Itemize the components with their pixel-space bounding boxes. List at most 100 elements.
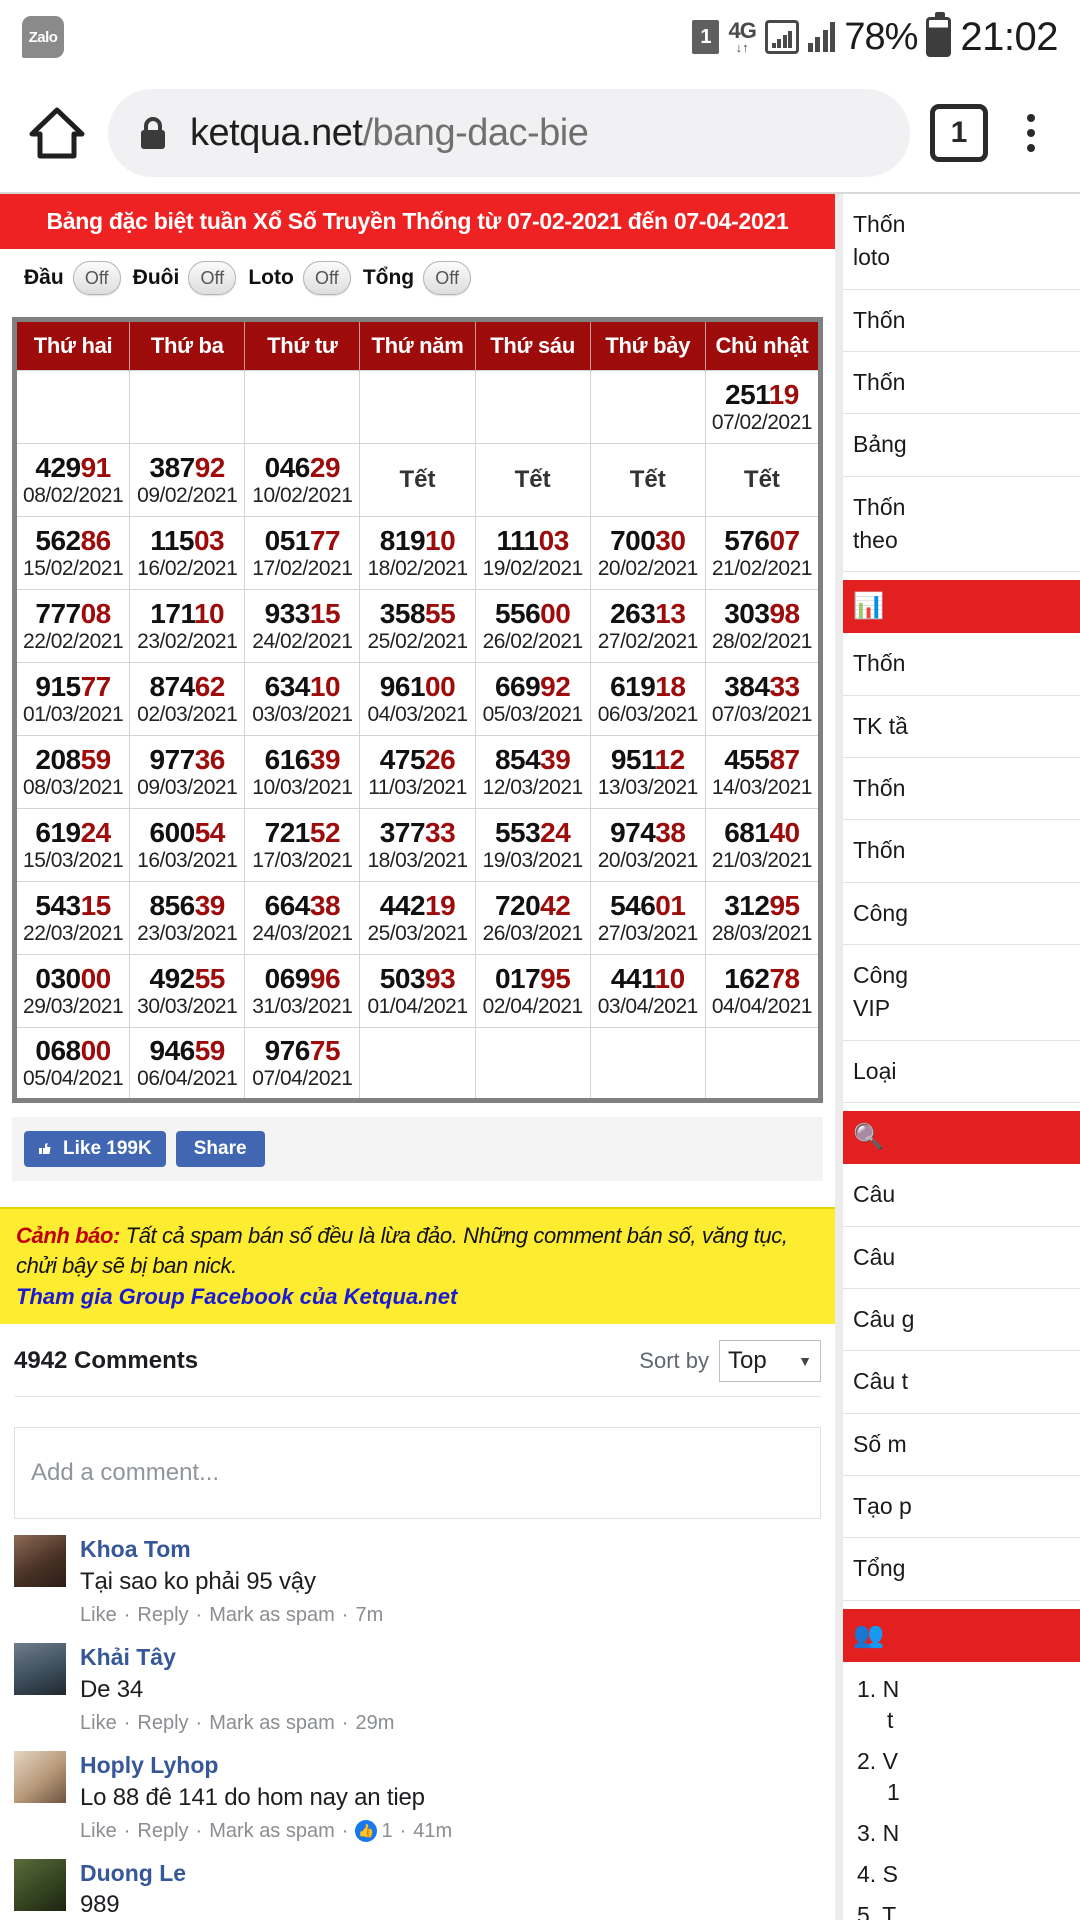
result-cell[interactable] [359,1027,476,1101]
result-cell[interactable]: 44219 25/03/2021 [359,881,476,955]
result-cell[interactable]: 42991 08/02/2021 [13,443,131,517]
result-cell[interactable] [359,370,476,444]
comment-author[interactable]: Khải Tây [80,1643,821,1672]
sidebar-list-item-3[interactable]: 3. N [857,1818,1070,1849]
result-cell[interactable]: 55600 26/02/2021 [474,589,591,663]
result-cell[interactable]: 72152 17/03/2021 [244,808,361,882]
comment-spam-action[interactable]: Mark as spam [209,1604,335,1627]
avatar[interactable] [14,1643,66,1696]
result-cell[interactable]: 77708 22/02/2021 [13,589,131,663]
result-cell[interactable]: 97675 07/04/2021 [244,1027,361,1101]
result-cell[interactable]: 11103 19/02/2021 [474,516,591,590]
result-cell[interactable]: 03000 29/03/2021 [13,954,131,1028]
result-cell[interactable]: 11503 16/02/2021 [129,516,246,590]
sidebar-section-community[interactable]: 👥 [843,1608,1080,1662]
result-cell[interactable] [13,370,131,444]
facebook-like-button[interactable]: Like 199K [24,1131,166,1167]
result-cell[interactable]: 97438 20/03/2021 [589,808,706,882]
result-cell[interactable]: 16278 04/04/2021 [704,954,822,1028]
result-cell[interactable] [474,370,591,444]
sidebar-item-15[interactable]: Câu t [843,1351,1080,1414]
avatar[interactable] [14,1858,66,1911]
result-cell[interactable]: 91577 01/03/2021 [13,662,131,736]
result-cell[interactable]: 54601 27/03/2021 [589,881,706,955]
result-cell[interactable]: 61639 10/03/2021 [244,735,361,809]
sidebar-section-search[interactable]: 🔍 [843,1111,1080,1165]
result-cell[interactable]: 25119 07/02/2021 [704,370,822,444]
result-cell[interactable]: 06800 05/04/2021 [13,1027,131,1101]
sidebar-item-14[interactable]: Câu g [843,1289,1080,1352]
comment-author[interactable]: Duong Le [80,1859,821,1888]
result-cell[interactable]: 47526 11/03/2021 [359,735,476,809]
toggle-dau[interactable]: Off [72,261,121,295]
result-cell[interactable]: 54315 22/03/2021 [13,881,131,955]
result-cell[interactable]: 70030 20/02/2021 [589,516,706,590]
result-cell[interactable]: 37733 18/03/2021 [359,808,476,882]
sidebar-item-17[interactable]: Tạo p [843,1476,1080,1539]
result-cell[interactable]: 72042 26/03/2021 [474,881,591,955]
add-comment-input[interactable]: Add a comment... [14,1427,821,1520]
sort-select[interactable]: Top ▼ [719,1340,821,1383]
result-cell[interactable]: 44110 03/04/2021 [589,954,706,1028]
result-cell[interactable] [244,370,361,444]
sidebar-item-5[interactable]: Thốn [843,633,1080,696]
result-cell[interactable]: Tết [704,443,822,517]
result-cell[interactable]: 20859 08/03/2021 [13,735,131,809]
comment-like-action[interactable]: Like [80,1604,117,1627]
sidebar-item-1[interactable]: Thốn [843,290,1080,353]
result-cell[interactable]: 66992 05/03/2021 [474,662,591,736]
sidebar-item-11[interactable]: Loại [843,1041,1080,1104]
avatar[interactable] [14,1535,66,1588]
result-cell[interactable] [129,370,246,444]
toggle-tong[interactable]: Off [423,261,472,295]
result-cell[interactable]: 57607 21/02/2021 [704,516,822,590]
result-cell[interactable] [704,1027,822,1101]
comment-author[interactable]: Khoa Tom [80,1535,821,1564]
sidebar-item-3[interactable]: Bảng [843,414,1080,477]
comment-like-action[interactable]: Like [80,1712,117,1735]
result-cell[interactable]: 17110 23/02/2021 [129,589,246,663]
result-cell[interactable]: 66438 24/03/2021 [244,881,361,955]
comment-author[interactable]: Hoply Lyhop [80,1751,821,1780]
result-cell[interactable]: 55324 19/03/2021 [474,808,591,882]
result-cell[interactable]: 68140 21/03/2021 [704,808,822,882]
facebook-share-button[interactable]: Share [175,1131,265,1167]
result-cell[interactable]: 61918 06/03/2021 [589,662,706,736]
sidebar-item-10[interactable]: Công VIP [843,945,1080,1041]
result-cell[interactable]: 31295 28/03/2021 [704,881,822,955]
sidebar-item-9[interactable]: Công [843,883,1080,946]
result-cell[interactable]: 50393 01/04/2021 [359,954,476,1028]
overflow-menu-icon[interactable] [1008,104,1054,162]
result-cell[interactable]: 05177 17/02/2021 [244,516,361,590]
result-cell[interactable]: 85639 23/03/2021 [129,881,246,955]
result-cell[interactable]: 95112 13/03/2021 [589,735,706,809]
result-cell[interactable]: 38433 07/03/2021 [704,662,822,736]
tab-counter-button[interactable]: 1 [930,104,988,162]
result-cell[interactable] [589,1027,706,1101]
facebook-group-link[interactable]: Tham gia Group Facebook của Ketqua.net [16,1284,819,1310]
sidebar-list-item-2[interactable]: 2. V1 [857,1746,1070,1808]
result-cell[interactable] [474,1027,591,1101]
sidebar-item-13[interactable]: Câu [843,1227,1080,1289]
result-cell[interactable]: 60054 16/03/2021 [129,808,246,882]
result-cell[interactable]: Tết [589,443,706,517]
result-cell[interactable]: 87462 02/03/2021 [129,662,246,736]
sidebar-item-2[interactable]: Thốn [843,352,1080,415]
result-cell[interactable]: 30398 28/02/2021 [704,589,822,663]
comment-reply-action[interactable]: Reply [137,1712,188,1735]
result-cell[interactable]: 49255 30/03/2021 [129,954,246,1028]
sidebar-item-4[interactable]: Thốn theo [843,477,1080,573]
comment-spam-action[interactable]: Mark as spam [209,1712,335,1735]
sidebar-list-item-5[interactable]: 5. TC [857,1900,1070,1920]
sidebar-item-0[interactable]: Thốn loto [843,194,1080,290]
result-cell[interactable]: Tết [474,443,591,517]
sidebar-list-item-1[interactable]: 1. Nt [857,1674,1070,1736]
sidebar-item-12[interactable]: Câu [843,1164,1080,1227]
sidebar-item-7[interactable]: Thốn [843,758,1080,821]
result-cell[interactable]: 81910 18/02/2021 [359,516,476,590]
result-cell[interactable]: 04629 10/02/2021 [244,443,361,517]
toggle-duoi[interactable]: Off [188,261,237,295]
comment-spam-action[interactable]: Mark as spam [209,1820,335,1843]
address-bar[interactable]: ketqua.net/bang-dac-bie [108,89,910,177]
toggle-loto[interactable]: Off [302,261,351,295]
